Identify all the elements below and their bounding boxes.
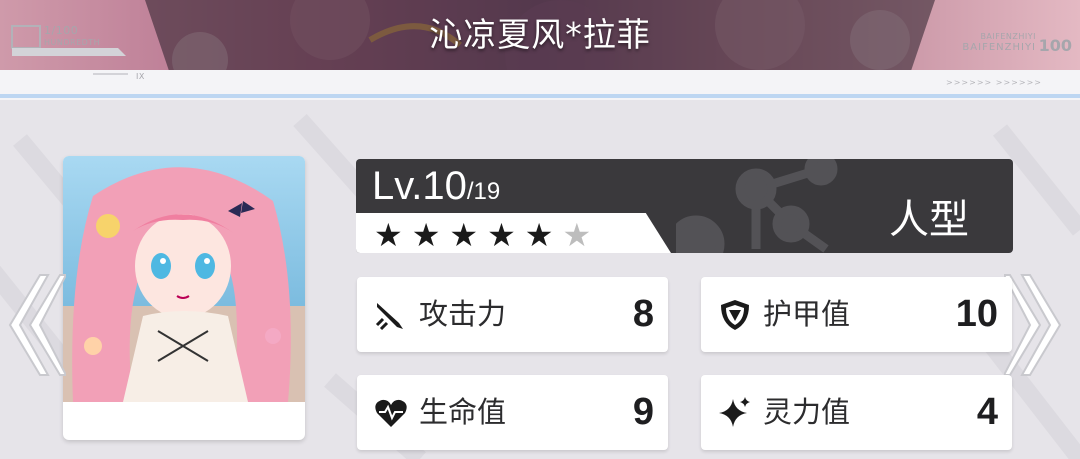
- stat-value: 9: [632, 391, 654, 433]
- stat-label: 生命值: [419, 395, 507, 429]
- star-filled-icon: ★: [411, 216, 441, 253]
- stat-card-spirit: 灵力值 4: [701, 375, 1012, 450]
- stat-value: 4: [976, 391, 998, 433]
- next-arrow-button[interactable]: [1004, 270, 1070, 380]
- attack-icon: [375, 303, 403, 331]
- header-right-num: 100: [1038, 36, 1072, 55]
- health-icon: [375, 399, 407, 427]
- stat-label: 灵力值: [763, 395, 851, 429]
- character-portrait-card[interactable]: [63, 156, 305, 440]
- header-left-word: HUNDREDTH: [44, 38, 101, 47]
- level-max: /19: [466, 178, 501, 205]
- character-name-title: 沁凉夏风*拉菲: [429, 15, 651, 54]
- character-portrait: [63, 156, 305, 402]
- unit-type-label: 人型: [889, 197, 969, 243]
- level-display: Lv.10/19: [372, 164, 500, 209]
- star-filled-icon: ★: [374, 216, 403, 253]
- header-accent-line: [0, 94, 1080, 98]
- header-right-code: BAIFENZHIYI: [962, 42, 1036, 53]
- header-left-code: 1/100: [44, 24, 79, 37]
- level-current: Lv.10: [372, 164, 467, 208]
- star-filled-icon: ★: [487, 216, 516, 253]
- header-right-chevrons: >>>>>> >>>>>>: [946, 78, 1042, 87]
- level-panel: Lv.10/19 ★ ★ ★ ★ ★ ★ 人型: [356, 159, 1013, 253]
- armor-icon: [721, 300, 749, 330]
- star-filled-icon: ★: [449, 216, 479, 253]
- star-filled-icon: ★: [524, 216, 554, 253]
- stat-card-health: 生命值 9: [357, 375, 668, 450]
- stat-label: 护甲值: [763, 297, 851, 331]
- stat-label: 攻击力: [419, 297, 507, 331]
- header-left-emblem: 1/100 HUNDREDTH IX: [8, 16, 144, 86]
- stat-card-armor: 护甲值 10: [701, 277, 1012, 352]
- star-rating: ★ ★ ★ ★ ★ ★: [374, 219, 591, 251]
- stat-value: 10: [955, 293, 998, 335]
- stat-card-attack: 攻击力 8: [357, 277, 668, 352]
- header-right-small: BAIFENZHIYI: [980, 32, 1036, 41]
- star-empty-icon: ★: [562, 216, 592, 253]
- spirit-icon: [719, 397, 750, 427]
- stat-value: 8: [632, 293, 654, 335]
- previous-arrow-button[interactable]: [0, 270, 66, 380]
- header-right-emblem: BAIFENZHIYI BAIFENZHIYI 100 >>>>>> >>>>>…: [942, 18, 1072, 88]
- header-left-tag: IX: [136, 72, 145, 81]
